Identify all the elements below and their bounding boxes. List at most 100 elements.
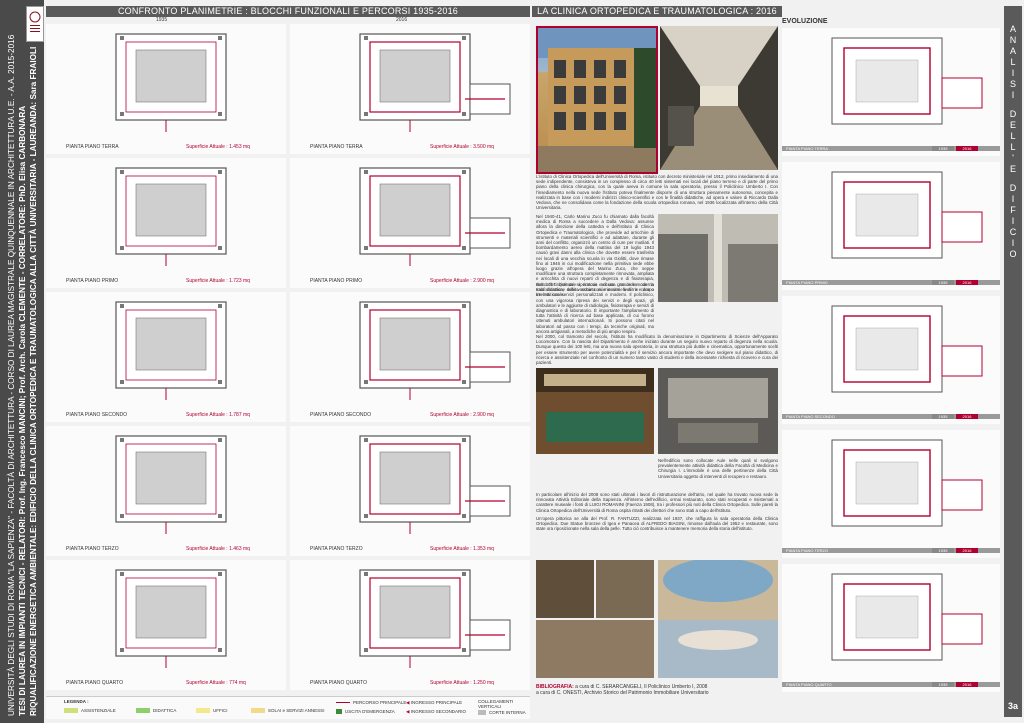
plan-area: Superficie Attuale : 1.463 mq bbox=[186, 546, 250, 552]
hallway-photo bbox=[536, 560, 594, 618]
history-paragraph-6: Un'opera pittorica se alla del Prof. R. … bbox=[536, 515, 778, 532]
analysis-letter: S bbox=[1009, 79, 1016, 89]
evolution-year-1935: 1935 bbox=[932, 548, 954, 553]
analysis-bar-title: A N A L I S I D E L L ' E D I F I C I O bbox=[1004, 6, 1022, 260]
legend-line-collegamenti: COLLEGAMENTI VERTICALI bbox=[478, 699, 514, 709]
history-text-4: Nel 2000, col tramonto del secolo, l'ist… bbox=[536, 334, 778, 368]
facade-illustration bbox=[538, 28, 656, 172]
floor-plan-drawing bbox=[359, 435, 511, 534]
corridor-illustration bbox=[660, 26, 778, 170]
analysis-letter: I bbox=[1011, 90, 1015, 100]
evolution-drawing bbox=[831, 37, 983, 125]
plan-label: PIANTA PIANO TERRA bbox=[66, 144, 119, 150]
evolution-year-2016: 2016 bbox=[956, 414, 978, 419]
floor-plan-drawing bbox=[359, 167, 511, 266]
year-subheader: 1935 2016 bbox=[46, 17, 530, 23]
evolution-year-2016: 2016 bbox=[956, 280, 978, 285]
history-paragraph-4: Nel 2000, col tramonto del secolo, l'ist… bbox=[536, 334, 778, 366]
analysis-letter: ' bbox=[1012, 153, 1014, 163]
plan-label: PIANTA PIANO PRIMO bbox=[310, 278, 363, 284]
evolution-plan-quarto: PIANTA PIANO QUARTO 1935 2016 bbox=[782, 564, 1000, 692]
fresco-photo bbox=[658, 560, 778, 678]
evolution-caption-bar: PIANTA PIANO SECONDO 1935 2016 bbox=[782, 414, 1000, 419]
analysis-letter: N bbox=[1009, 35, 1017, 45]
evolution-year-1935: 1935 bbox=[932, 682, 954, 687]
evolution-title: EVOLUZIONE bbox=[782, 18, 828, 25]
plan-label: PIANTA PIANO PRIMO bbox=[66, 278, 119, 284]
analysis-letter: I bbox=[1011, 68, 1015, 78]
plan-area: Superficie Attuale : 3.500 mq bbox=[430, 144, 494, 150]
legend: LEGENDA : ASSISTENZIALE DIDATTICA UFFICI… bbox=[46, 696, 530, 719]
evolution-caption-bar: PIANTA PIANO TERRA 1935 2016 bbox=[782, 146, 1000, 151]
legend-line-corte: CORTE INTERNA bbox=[478, 710, 526, 716]
analysis-letter: A bbox=[1009, 46, 1016, 56]
evolution-caption-bar: PIANTA PIANO QUARTO 1935 2016 bbox=[782, 682, 1000, 687]
evolution-plan-primo: PIANTA PIANO PRIMO 1935 2016 bbox=[782, 162, 1000, 290]
plan-area: Superficie Attuale : 1.250 mq bbox=[430, 680, 494, 686]
evolution-caption-bar: PIANTA PIANO TERZO 1935 2016 bbox=[782, 548, 1000, 553]
evolution-year-1935: 1935 bbox=[932, 414, 954, 419]
credits-line-3: RIQUALIFICAZIONE ENERGETICA AMBIENTALE: … bbox=[29, 46, 38, 716]
analysis-letter: A bbox=[1009, 24, 1016, 34]
evolution-label: PIANTA PIANO SECONDO bbox=[786, 414, 835, 419]
analysis-letter: D bbox=[1009, 109, 1017, 119]
legend-line-uscita: USCITA D'EMERGENZA bbox=[336, 709, 395, 715]
floor-plan-drawing bbox=[359, 33, 511, 132]
plan-label: PIANTA PIANO TERRA bbox=[310, 144, 363, 150]
evolution-year-1935: 1935 bbox=[932, 146, 954, 151]
plan-2016-terra: PIANTA PIANO TERRA Superficie Attuale : 3… bbox=[290, 24, 530, 154]
swatch-assistenziale bbox=[64, 708, 78, 714]
legend-line-ingresso-secondario: ◀ INGRESSO SECONDARIO bbox=[406, 709, 466, 714]
legend-line-percorso: PERCORSO PRINCIPALE bbox=[336, 700, 406, 705]
analysis-bar: A N A L I S I D E L L ' E D I F I C I O 3a bbox=[1004, 6, 1022, 717]
plan-label: PIANTA PIANO SECONDO bbox=[310, 412, 372, 418]
plan-1935-terra: PIANTA PIANO TERRA Superficie Attuale : 1… bbox=[46, 24, 286, 154]
history-text-5: In particolare all'inizio del 2008 sono … bbox=[536, 492, 778, 534]
bibliography: BIBLIOGRAFIA: a cura di C. SERARCANGELI,… bbox=[536, 684, 778, 696]
plans-comparison-title: CONFRONTO PLANIMETRIE : BLOCCHI FUNZIONA… bbox=[117, 6, 458, 16]
evolution-year-1935: 1935 bbox=[932, 280, 954, 285]
legend-item-solai: SOLAI e SERVIZI ANNESSI bbox=[251, 708, 324, 714]
plan-area: Superficie Attuale : 1.353 mq bbox=[430, 546, 494, 552]
analysis-letter: D bbox=[1009, 183, 1017, 193]
floor-plan-drawing bbox=[115, 301, 227, 400]
plan-2016-terzo: PIANTA PIANO TERZO Superficie Attuale : 1… bbox=[290, 426, 530, 556]
swatch-solai bbox=[251, 708, 265, 714]
evolution-plan-terra: PIANTA PIANO TERRA 1935 2016 bbox=[782, 28, 1000, 156]
analysis-letter: L bbox=[1010, 57, 1016, 67]
evolution-drawing bbox=[831, 305, 983, 393]
analysis-letter: E bbox=[1009, 164, 1016, 174]
evolution-plan-terzo: PIANTA PIANO TERZO 1935 2016 bbox=[782, 430, 1000, 558]
plan-1935-primo: PIANTA PIANO PRIMO Superficie Attuale : 1… bbox=[46, 158, 286, 288]
plan-area: Superficie Attuale : 1.787 mq bbox=[186, 412, 250, 418]
analysis-letter: E bbox=[1009, 120, 1016, 130]
plan-label: PIANTA PIANO TERZO bbox=[310, 546, 363, 552]
thesis-credits: UNIVERSITÀ DEGLI STUDI DI ROMA "LA SAPIE… bbox=[6, 16, 39, 716]
lecture-hall-photo bbox=[536, 368, 654, 454]
plan-area: Superficie Attuale : 1.453 mq bbox=[186, 144, 250, 150]
legend-title: LEGENDA : bbox=[64, 699, 89, 704]
analysis-letter: L bbox=[1010, 142, 1016, 152]
sapienza-logo bbox=[26, 6, 44, 42]
photo-caption: Nell'edificio sono collocate Aule nelle … bbox=[658, 458, 778, 482]
corridor-photo bbox=[660, 26, 778, 170]
plan-1935-secondo: PIANTA PIANO SECONDO Superficie Attuale :… bbox=[46, 292, 286, 422]
university-strip: UNIVERSITÀ DEGLI STUDI DI ROMA "LA SAPIE… bbox=[0, 0, 44, 723]
clinic-header: LA CLINICA ORTOPEDICA E TRAUMATOLOGICA :… bbox=[532, 6, 782, 17]
plan-1935-terzo: PIANTA PIANO TERZO Superficie Attuale : 1… bbox=[46, 426, 286, 556]
legend-item-uffici: UFFICI bbox=[196, 708, 228, 714]
analysis-letter: I bbox=[1011, 216, 1015, 226]
evolution-label: PIANTA PIANO TERZO bbox=[786, 548, 829, 553]
year-1935-label: 1935 bbox=[156, 17, 168, 23]
evolution-year-2016: 2016 bbox=[956, 682, 978, 687]
evolution-label: PIANTA PIANO PRIMO bbox=[786, 280, 828, 285]
evolution-plan-secondo: PIANTA PIANO SECONDO 1935 2016 bbox=[782, 296, 1000, 424]
analysis-letter: I bbox=[1011, 238, 1015, 248]
analysis-letter: C bbox=[1009, 227, 1017, 237]
statue-photo bbox=[596, 560, 654, 618]
history-text-1: L'istituto di Clinica Ortopedica dell'Un… bbox=[536, 174, 778, 213]
credits-line-1: UNIVERSITÀ DEGLI STUDI DI ROMA "LA SAPIE… bbox=[7, 34, 16, 716]
credits-line-2: TESI DI LAUREA IN IMPIANTI TECNICI - REL… bbox=[18, 105, 27, 716]
history-paragraph-5: In particolare all'inizio del 2008 sono … bbox=[536, 492, 778, 513]
photo-caption-text: Nell'edificio sono collocate Aule nelle … bbox=[658, 458, 778, 479]
